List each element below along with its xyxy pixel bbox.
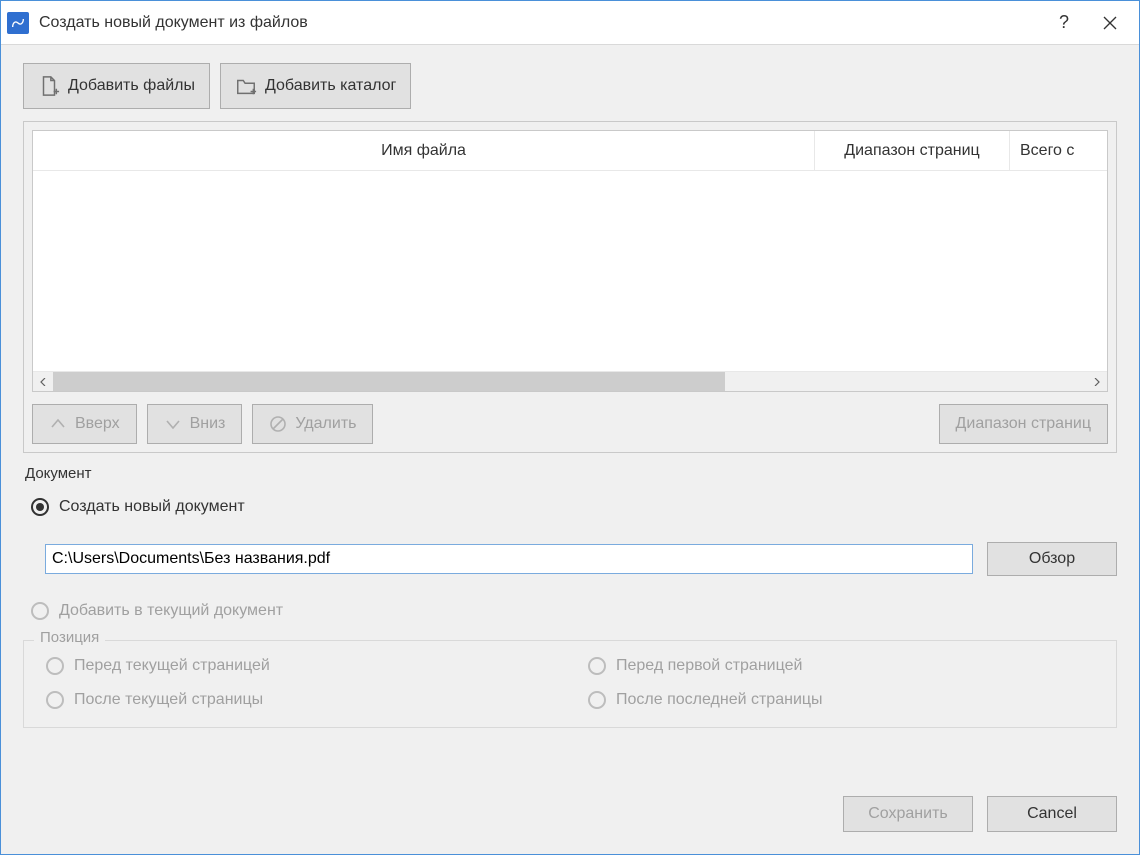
- pos-before-current-row[interactable]: Перед текущей страницей: [38, 653, 560, 679]
- titlebar: Создать новый документ из файлов ?: [1, 1, 1139, 45]
- app-icon: [7, 12, 29, 34]
- prohibit-icon: [269, 415, 287, 433]
- window-title: Создать новый документ из файлов: [39, 14, 1041, 32]
- move-down-label: Вниз: [190, 415, 226, 433]
- radio-before-first[interactable]: [588, 657, 606, 675]
- col-filename[interactable]: Имя файла: [33, 131, 815, 170]
- row-actions: Вверх Вниз Удалить Диапазон страниц: [32, 404, 1108, 444]
- output-path-input[interactable]: [45, 544, 973, 574]
- col-range[interactable]: Диапазон страниц: [815, 131, 1010, 170]
- page-range-button[interactable]: Диапазон страниц: [939, 404, 1108, 444]
- radio-after-last[interactable]: [588, 691, 606, 709]
- save-label: Сохранить: [868, 805, 948, 823]
- cancel-label: Cancel: [1027, 805, 1077, 823]
- table-header: Имя файла Диапазон страниц Всего с: [33, 131, 1107, 171]
- files-table: Имя файла Диапазон страниц Всего с: [32, 130, 1108, 392]
- move-down-button[interactable]: Вниз: [147, 404, 243, 444]
- pos-after-last-label: После последней страницы: [616, 691, 823, 709]
- path-row: Обзор: [23, 532, 1117, 586]
- add-folder-button[interactable]: Добавить каталог: [220, 63, 411, 109]
- add-file-icon: [38, 75, 60, 97]
- delete-label: Удалить: [295, 415, 356, 433]
- browse-button[interactable]: Обзор: [987, 542, 1117, 576]
- files-panel: Имя файла Диапазон страниц Всего с: [23, 121, 1117, 453]
- pos-before-current-label: Перед текущей страницей: [74, 657, 270, 675]
- radio-add-to-current[interactable]: [31, 602, 49, 620]
- help-button[interactable]: ?: [1041, 1, 1087, 45]
- add-folder-icon: [235, 75, 257, 97]
- add-files-button[interactable]: Добавить файлы: [23, 63, 210, 109]
- scroll-track[interactable]: [53, 372, 1087, 391]
- pos-after-current-row[interactable]: После текущей страницы: [38, 687, 560, 713]
- horizontal-scrollbar[interactable]: [33, 371, 1107, 391]
- browse-label: Обзор: [1029, 550, 1075, 568]
- chevron-up-icon: [49, 415, 67, 433]
- radio-after-current[interactable]: [46, 691, 64, 709]
- radio-before-current[interactable]: [46, 657, 64, 675]
- create-new-radio-row[interactable]: Создать новый документ: [23, 494, 1117, 520]
- col-total[interactable]: Всего с: [1010, 131, 1107, 170]
- pos-after-current-label: После текущей страницы: [74, 691, 263, 709]
- close-button[interactable]: [1087, 1, 1133, 45]
- add-folder-label: Добавить каталог: [265, 77, 396, 95]
- chevron-down-icon: [164, 415, 182, 433]
- scroll-left-icon[interactable]: [33, 372, 53, 391]
- save-button[interactable]: Сохранить: [843, 796, 973, 832]
- page-range-label: Диапазон страниц: [956, 415, 1091, 433]
- position-fieldset: Позиция Перед текущей страницей Перед пе…: [23, 640, 1117, 728]
- scroll-right-icon[interactable]: [1087, 372, 1107, 391]
- position-legend: Позиция: [34, 629, 105, 646]
- move-up-label: Вверх: [75, 415, 120, 433]
- dialog-content: Добавить файлы Добавить каталог Имя файл…: [1, 45, 1139, 782]
- scroll-thumb[interactable]: [53, 372, 725, 391]
- top-toolbar: Добавить файлы Добавить каталог: [23, 63, 1117, 109]
- pos-before-first-label: Перед первой страницей: [616, 657, 802, 675]
- pos-before-first-row[interactable]: Перед первой страницей: [580, 653, 1102, 679]
- add-to-current-radio-row[interactable]: Добавить в текущий документ: [23, 598, 1117, 624]
- create-new-label: Создать новый документ: [59, 498, 245, 516]
- radio-create-new[interactable]: [31, 498, 49, 516]
- dialog-footer: Сохранить Cancel: [1, 782, 1139, 854]
- cancel-button[interactable]: Cancel: [987, 796, 1117, 832]
- add-to-current-label: Добавить в текущий документ: [59, 602, 283, 620]
- add-files-label: Добавить файлы: [68, 77, 195, 95]
- pos-after-last-row[interactable]: После последней страницы: [580, 687, 1102, 713]
- document-section-label: Документ: [23, 465, 1117, 482]
- table-body: [33, 171, 1107, 371]
- move-up-button[interactable]: Вверх: [32, 404, 137, 444]
- delete-button[interactable]: Удалить: [252, 404, 373, 444]
